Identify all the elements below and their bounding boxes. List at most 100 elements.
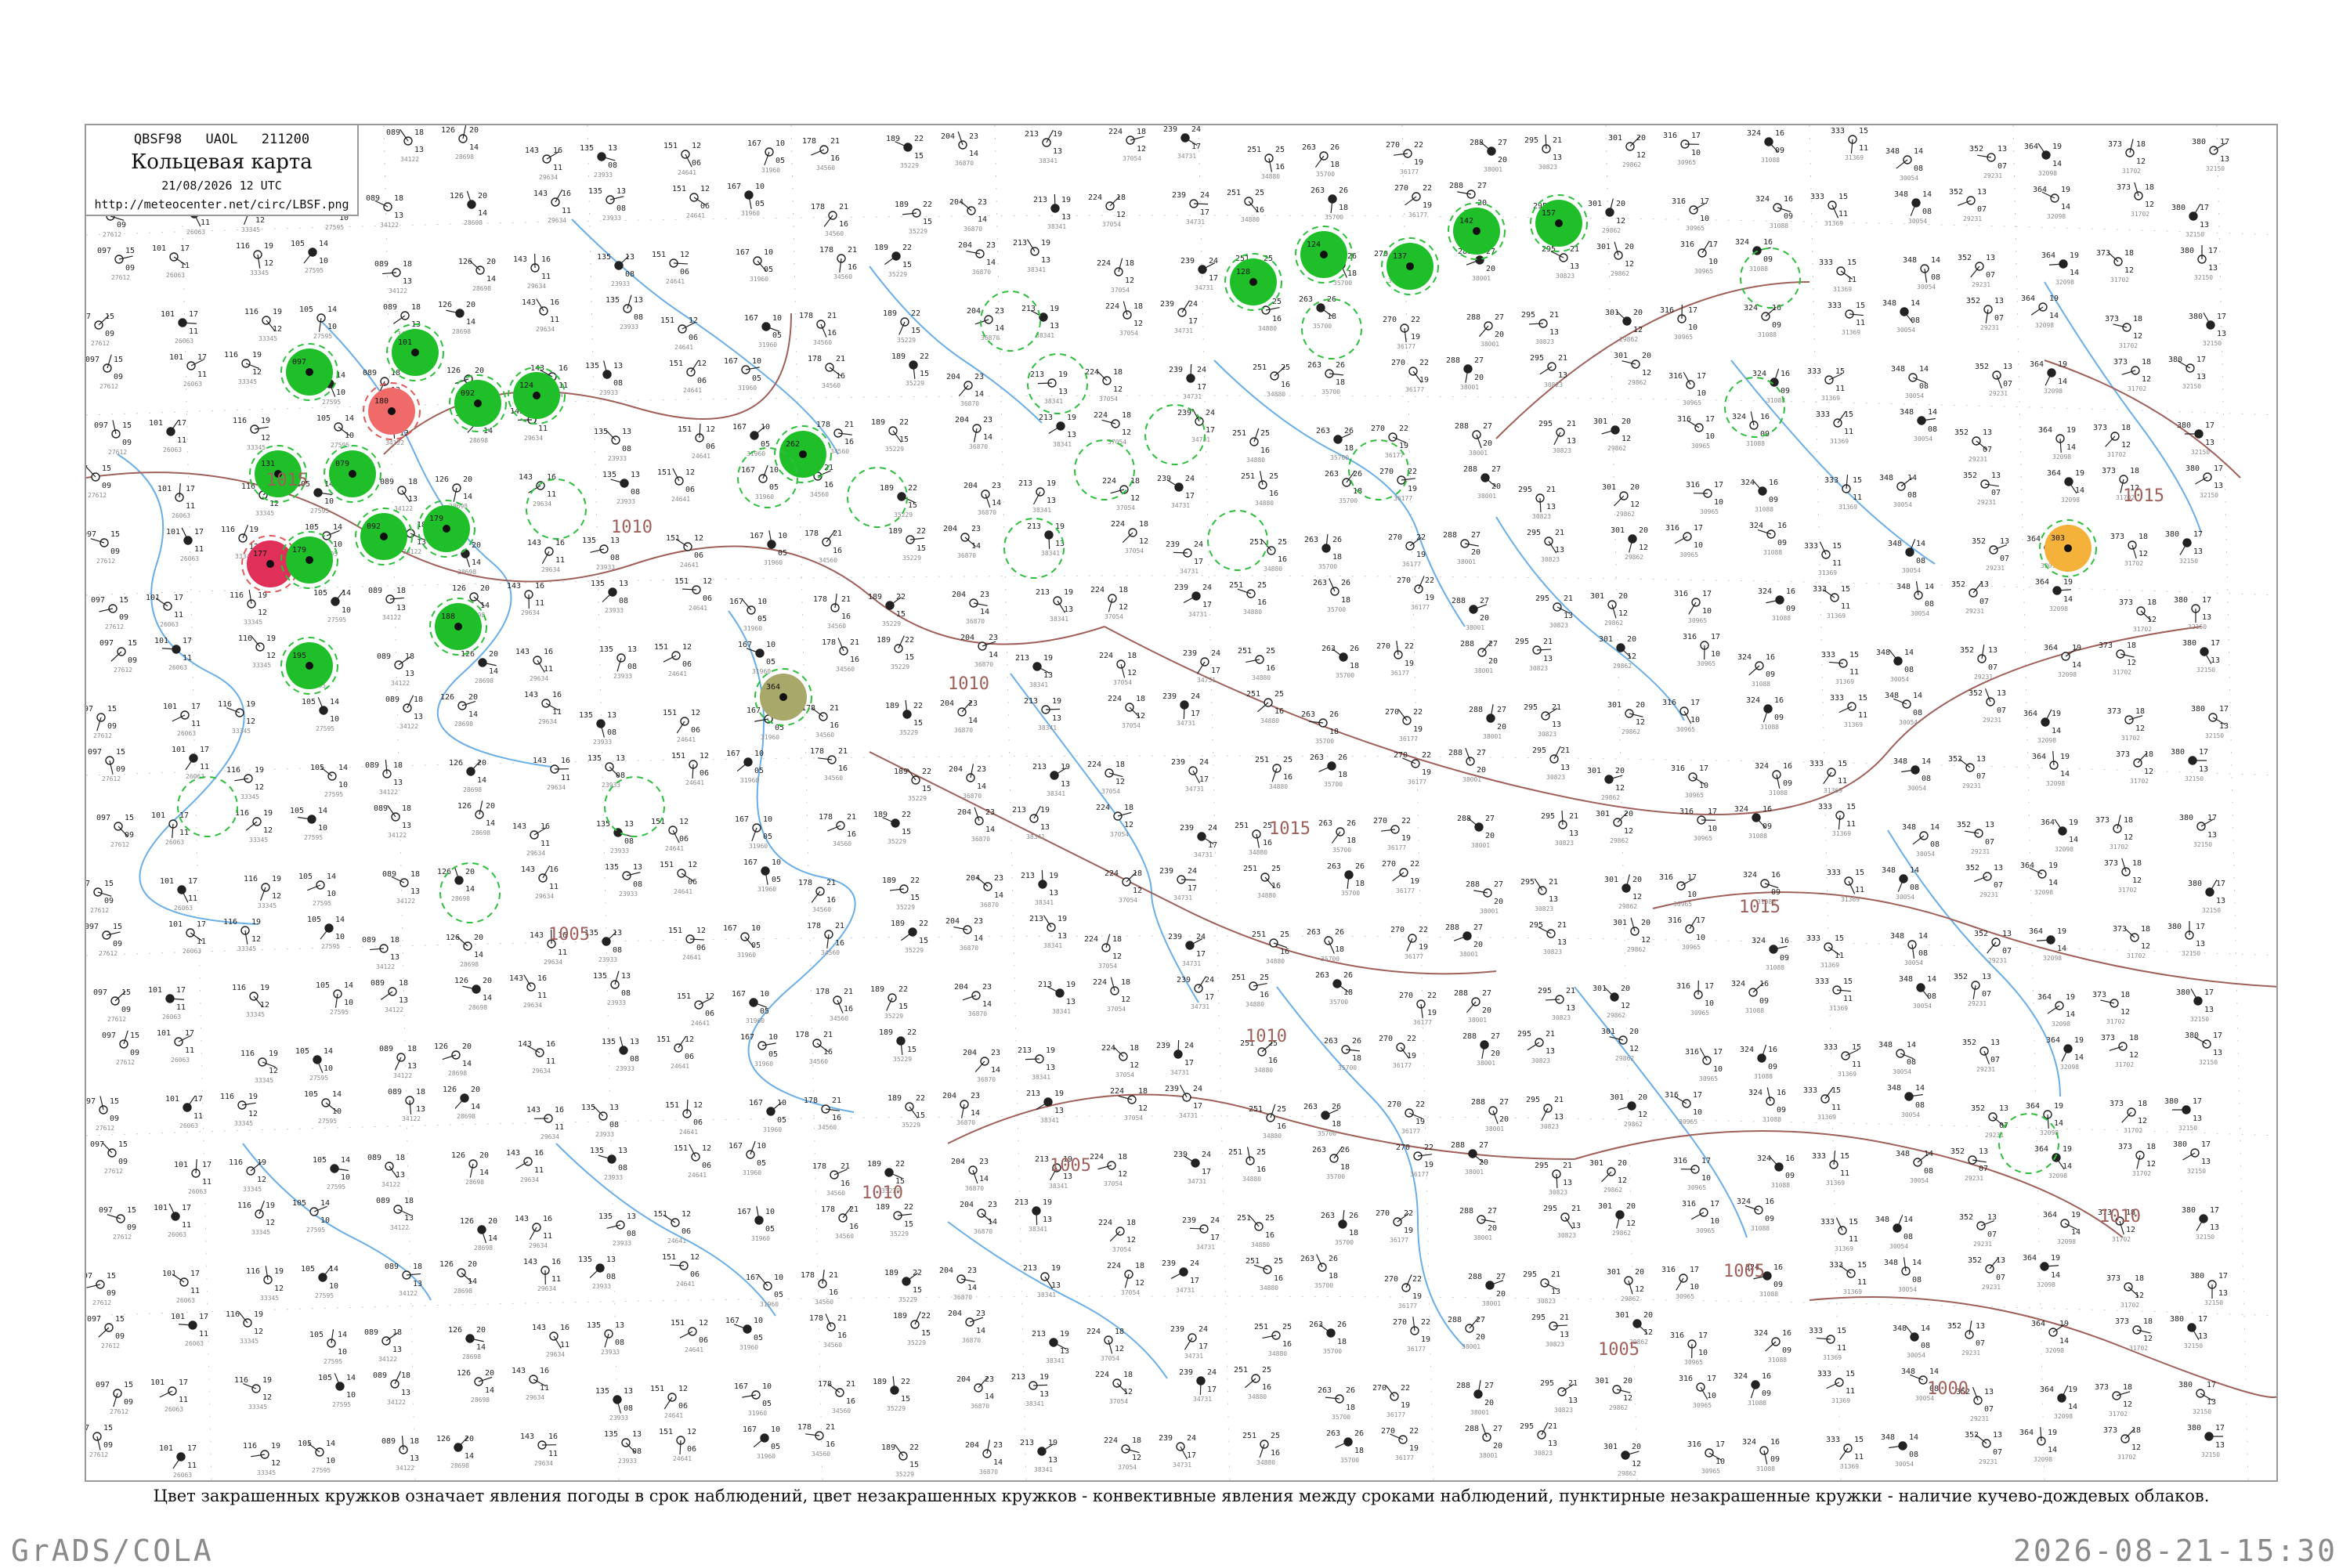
station-dewpoint: 14 bbox=[468, 710, 478, 719]
station-id: 34880 bbox=[1260, 717, 1279, 724]
station-temperature: 17 bbox=[2202, 596, 2211, 605]
station-dewpoint: 13 bbox=[1549, 328, 1559, 337]
station-model: 352130729231 bbox=[1971, 1104, 2008, 1139]
station-pressure: 151 bbox=[669, 359, 683, 368]
station-model: 239241734731 bbox=[1177, 976, 1214, 1010]
station-id: 38341 bbox=[1026, 833, 1045, 840]
station-model: 143161129634 bbox=[526, 1106, 564, 1140]
station-id: 31369 bbox=[1820, 962, 1839, 969]
station-temperature: 27 bbox=[1484, 1382, 1494, 1390]
station-temperature: 12 bbox=[700, 752, 709, 761]
station-model: 167100531960 bbox=[729, 598, 767, 632]
station-model: 239241734731 bbox=[1166, 540, 1203, 575]
station-dewpoint: 09 bbox=[125, 831, 134, 840]
station-model: 288272038001 bbox=[1454, 989, 1491, 1024]
station-pressure: 301 bbox=[1613, 919, 1627, 927]
station-id: 31960 bbox=[760, 1301, 779, 1308]
station-model: 288272038001 bbox=[1451, 1141, 1488, 1176]
station-temperature: 19 bbox=[272, 875, 281, 883]
station-pressure: 348 bbox=[1890, 932, 1904, 941]
station-id: 35700 bbox=[1318, 563, 1337, 570]
station-temperature: 17 bbox=[2210, 1206, 2219, 1215]
station-temperature: 14 bbox=[338, 1331, 347, 1339]
station-id: 24641 bbox=[680, 562, 699, 569]
station-dewpoint: 08 bbox=[1931, 273, 1940, 282]
station-pressure: 204 bbox=[960, 634, 974, 642]
station-pressure: 316 bbox=[1665, 1091, 1679, 1100]
station-dewpoint: 19 bbox=[1412, 1292, 1422, 1301]
station-id: 33345 bbox=[243, 1186, 262, 1193]
station-pressure: 263 bbox=[1315, 971, 1329, 980]
station-temperature: 23 bbox=[978, 198, 987, 207]
station-dewpoint: 16 bbox=[823, 1048, 833, 1057]
station-temperature: 21 bbox=[1560, 746, 1570, 755]
station-id: 38341 bbox=[1046, 1357, 1065, 1364]
station-pressure: 101 bbox=[151, 811, 165, 820]
station-temperature: 19 bbox=[248, 1093, 258, 1101]
station-pressure: 204 bbox=[949, 198, 964, 207]
station-temperature: 12 bbox=[696, 927, 706, 935]
station-model: 239241734731 bbox=[1172, 191, 1209, 226]
station-id: 27612 bbox=[99, 950, 118, 957]
station-id: 29231 bbox=[1986, 565, 2005, 572]
station-dewpoint: 14 bbox=[488, 1234, 497, 1243]
station-id: 38001 bbox=[1460, 384, 1479, 391]
station-model: 143161129634 bbox=[512, 822, 550, 857]
station-id: 26063 bbox=[165, 839, 184, 846]
station-model: 295211330823 bbox=[1540, 1379, 1578, 1414]
station-pressure: 251 bbox=[1246, 690, 1260, 699]
station-temperature: 12 bbox=[685, 468, 695, 477]
station-id: 36177 bbox=[1399, 735, 1418, 742]
station-id: 35700 bbox=[1321, 388, 1340, 396]
station-pressure: 263 bbox=[1313, 579, 1327, 587]
station-pressure: 348 bbox=[1896, 583, 1911, 591]
station-id: 34731 bbox=[1195, 284, 1213, 291]
station-model: 348140830054 bbox=[1899, 975, 1936, 1010]
station-model: 295211330823 bbox=[1521, 311, 1559, 345]
station-dewpoint: 06 bbox=[685, 486, 695, 494]
station-dewpoint: 11 bbox=[1832, 559, 1842, 568]
station-id: 32098 bbox=[2044, 388, 2063, 395]
station-id: 34122 bbox=[391, 680, 410, 687]
station-dewpoint: 12 bbox=[1118, 1170, 1127, 1179]
station-model: 224181237054 bbox=[1095, 1371, 1133, 1405]
station-dewpoint: 20 bbox=[1473, 941, 1483, 949]
station-pressure: 097 bbox=[99, 639, 114, 648]
station-id: 31369 bbox=[1818, 569, 1837, 576]
station-temperature: 12 bbox=[690, 1253, 700, 1262]
station-model: 151120624641 bbox=[665, 1100, 703, 1136]
station-model: 105141027595 bbox=[310, 764, 348, 798]
station-pressure: 116 bbox=[244, 308, 258, 316]
station-temperature: 22 bbox=[1407, 1035, 1416, 1043]
station-pressure: 189 bbox=[873, 811, 888, 819]
station-id: 34122 bbox=[389, 287, 407, 294]
station-dewpoint: 05 bbox=[757, 615, 767, 623]
station-model: 178211634560 bbox=[801, 704, 839, 739]
station-pressure: 135 bbox=[588, 187, 602, 196]
station-dewpoint: 08 bbox=[627, 663, 637, 671]
station-pressure: 151 bbox=[653, 1210, 667, 1219]
station-dewpoint: 13 bbox=[2204, 1006, 2214, 1014]
station-model: 151120624641 bbox=[671, 752, 709, 786]
station-dewpoint: 17 bbox=[1206, 426, 1215, 435]
station-temperature: 12 bbox=[687, 1428, 696, 1436]
station-dewpoint: 12 bbox=[1629, 1045, 1639, 1053]
station-dewpoint: 08 bbox=[627, 1230, 636, 1238]
station-id: 26063 bbox=[164, 1406, 183, 1413]
station-dewpoint: 18 bbox=[1349, 1229, 1358, 1237]
station-model: 239241734731 bbox=[1180, 824, 1217, 858]
station-dewpoint: 15 bbox=[914, 152, 924, 161]
station-model: 097150927612 bbox=[86, 705, 117, 739]
station-temperature: 21 bbox=[846, 1380, 855, 1389]
station-dewpoint: 14 bbox=[969, 150, 978, 158]
station-dewpoint: 12 bbox=[1643, 1328, 1653, 1337]
station-id: 32098 bbox=[2037, 737, 2056, 744]
station-pressure: 251 bbox=[1241, 472, 1255, 481]
station-id: 31369 bbox=[1831, 1397, 1850, 1404]
station-model: 263261835700 bbox=[1301, 710, 1339, 745]
station-model: 333151131369 bbox=[1819, 258, 1856, 293]
station-model: 126201428698 bbox=[449, 759, 486, 793]
station-model: 352130729231 bbox=[1959, 1213, 1997, 1248]
station-dewpoint: 15 bbox=[898, 1003, 908, 1011]
station-dewpoint: 11 bbox=[1857, 1278, 1867, 1287]
